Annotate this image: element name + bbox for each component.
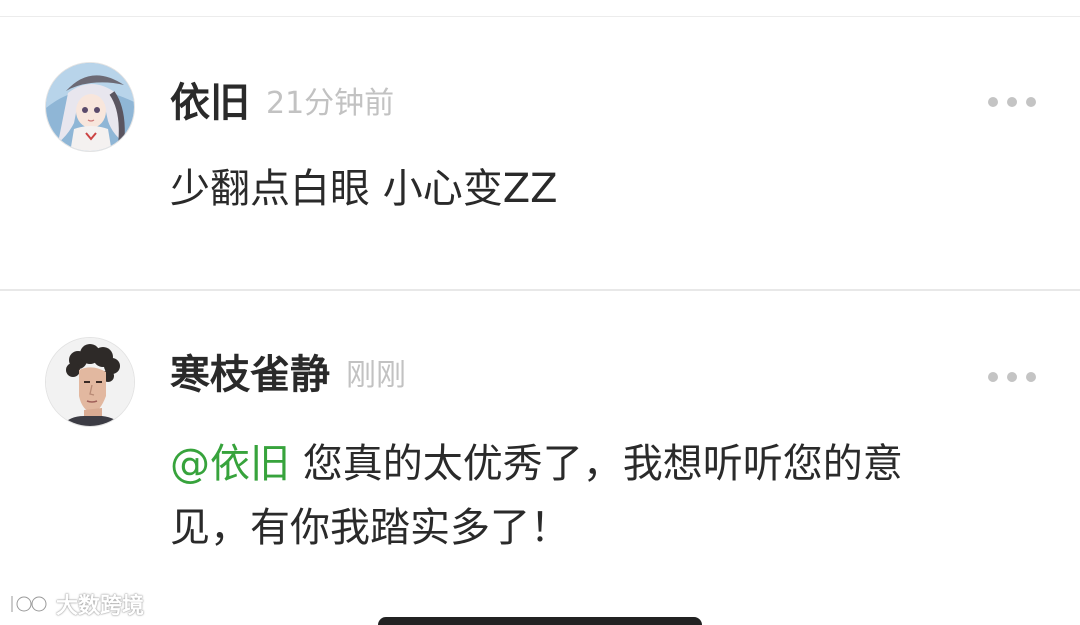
comment-username[interactable]: 依旧 21分钟前	[170, 78, 394, 129]
comment-body: @依旧 您真的太优秀了，我想听听您的意 见，有你我踏实多了！	[170, 432, 903, 560]
comment-divider	[0, 289, 1080, 291]
watermark: 大数跨境	[8, 588, 144, 620]
comment-timestamp: 21分钟前	[266, 86, 395, 121]
watermark-text: 大数跨境	[56, 594, 145, 619]
dot	[1007, 372, 1017, 382]
comment-page: 依旧 21分钟前 少翻点白眼 小心变ZZ 寒枝雀静 刚刚 @依旧 您真的太优秀了…	[0, 0, 1080, 625]
anime-girl-avatar-icon	[46, 63, 134, 151]
man-portrait-avatar-icon	[46, 338, 134, 426]
comment-body: 少翻点白眼 小心变ZZ	[170, 166, 558, 212]
comment-item: 依旧 21分钟前 少翻点白眼 小心变ZZ	[0, 17, 1080, 290]
user-avatar[interactable]	[45, 62, 135, 152]
comment-body-text: 您真的太优秀了，我想听听您的意	[290, 441, 903, 487]
comment-body-line: @依旧 您真的太优秀了，我想听听您的意	[170, 432, 903, 496]
home-indicator[interactable]	[378, 617, 702, 625]
user-avatar[interactable]	[45, 337, 135, 427]
username-text[interactable]: 寒枝雀静	[170, 352, 330, 398]
dot	[1007, 97, 1017, 107]
more-dots-icon[interactable]	[988, 95, 1036, 109]
dot	[1026, 97, 1036, 107]
more-dots-icon[interactable]	[988, 370, 1036, 384]
brand-logo-icon	[10, 595, 48, 613]
comment-timestamp: 刚刚	[346, 358, 406, 393]
comment-item: 寒枝雀静 刚刚 @依旧 您真的太优秀了，我想听听您的意 见，有你我踏实多了！	[0, 292, 1080, 625]
dot	[988, 372, 998, 382]
username-text[interactable]: 依旧	[170, 80, 250, 126]
comment-body-line: 见，有你我踏实多了！	[170, 505, 570, 551]
mention-link[interactable]: @依旧	[170, 441, 290, 487]
dot	[988, 97, 998, 107]
comment-username[interactable]: 寒枝雀静 刚刚	[170, 350, 406, 401]
dot	[1026, 372, 1036, 382]
